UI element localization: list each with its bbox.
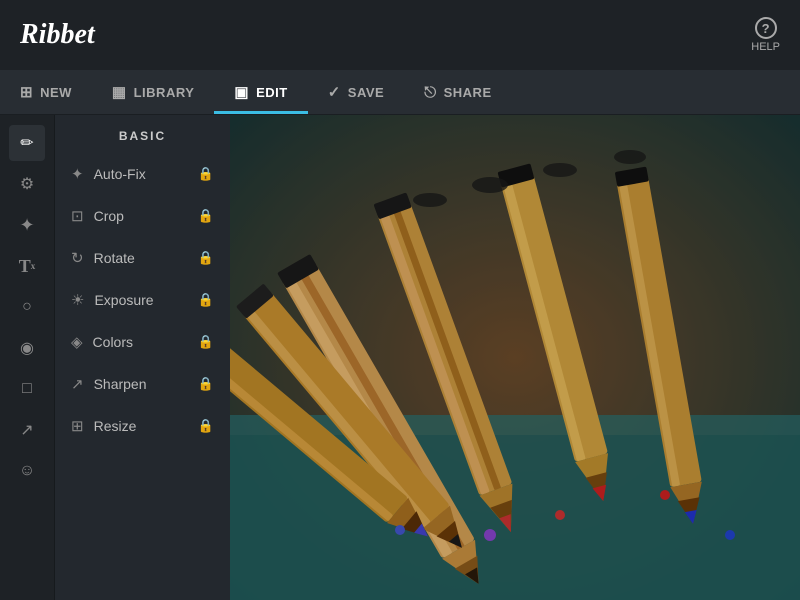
rotate-label: Rotate <box>94 250 135 266</box>
crop-label: Crop <box>94 208 124 224</box>
menu-item-rotate[interactable]: ↻ Rotate 🔒 <box>55 237 230 279</box>
main-area: ✏ ⚙ ✦ Tx ○ ◉ □ ↗ ☺ BASIC ✦ Auto-Fix 🔒 ⊡ … <box>0 115 800 600</box>
photo-canvas <box>230 115 800 600</box>
sidebar-title: BASIC <box>55 115 230 153</box>
header: Ribbet ? HELP <box>0 0 800 70</box>
sharpen-label: Sharpen <box>94 376 147 392</box>
tool-path[interactable]: ↗ <box>9 412 45 448</box>
nav-item-save[interactable]: ✓ SAVE <box>308 70 405 114</box>
item-left-rotate: ↻ Rotate <box>71 249 135 267</box>
edit-icon: ▣ <box>234 83 249 101</box>
item-left-auto-fix: ✦ Auto-Fix <box>71 165 146 183</box>
resize-label: Resize <box>94 418 137 434</box>
auto-fix-label: Auto-Fix <box>94 166 146 182</box>
tool-shape[interactable]: ○ <box>9 289 45 325</box>
library-icon: ▦ <box>112 83 127 101</box>
resize-lock-icon: 🔒 <box>198 418 214 434</box>
auto-fix-lock-icon: 🔒 <box>198 166 214 182</box>
menu-item-crop[interactable]: ⊡ Crop 🔒 <box>55 195 230 237</box>
nav-item-edit[interactable]: ▣ EDIT <box>214 70 307 114</box>
item-left-crop: ⊡ Crop <box>71 207 124 225</box>
tool-rect[interactable]: □ <box>9 371 45 407</box>
tool-settings[interactable]: ⚙ <box>9 166 45 202</box>
share-icon: ⎋ <box>424 84 436 101</box>
colors-icon: ◈ <box>71 333 83 351</box>
menu-item-resize[interactable]: ⊞ Resize 🔒 <box>55 405 230 447</box>
canvas-area[interactable] <box>230 115 800 600</box>
nav-label-save: SAVE <box>348 85 384 100</box>
help-icon: ? <box>755 17 777 39</box>
nav-item-new[interactable]: ⊞ NEW <box>0 70 92 114</box>
crop-icon: ⊡ <box>71 207 84 225</box>
navbar: ⊞ NEW ▦ LIBRARY ▣ EDIT ✓ SAVE ⎋ SHARE <box>0 70 800 115</box>
help-label: HELP <box>751 41 780 53</box>
menu-item-auto-fix[interactable]: ✦ Auto-Fix 🔒 <box>55 153 230 195</box>
sharpen-icon: ↗ <box>71 375 84 393</box>
item-left-colors: ◈ Colors <box>71 333 133 351</box>
exposure-label: Exposure <box>94 292 153 308</box>
rotate-icon: ↻ <box>71 249 84 267</box>
nav-item-share[interactable]: ⎋ SHARE <box>404 70 511 114</box>
menu-item-exposure[interactable]: ☀ Exposure 🔒 <box>55 279 230 321</box>
resize-icon: ⊞ <box>71 417 84 435</box>
item-left-resize: ⊞ Resize <box>71 417 136 435</box>
menu-item-colors[interactable]: ◈ Colors 🔒 <box>55 321 230 363</box>
colors-lock-icon: 🔒 <box>198 334 214 350</box>
exposure-icon: ☀ <box>71 291 84 309</box>
tool-sticker[interactable]: ☺ <box>9 453 45 489</box>
item-left-exposure: ☀ Exposure <box>71 291 154 309</box>
sharpen-lock-icon: 🔒 <box>198 376 214 392</box>
logo: Ribbet <box>20 19 95 51</box>
new-icon: ⊞ <box>20 83 33 101</box>
left-toolbar: ✏ ⚙ ✦ Tx ○ ◉ □ ↗ ☺ <box>0 115 55 600</box>
save-icon: ✓ <box>328 83 341 101</box>
nav-label-library: LIBRARY <box>134 85 195 100</box>
nav-label-share: SHARE <box>444 85 492 100</box>
rotate-lock-icon: 🔒 <box>198 250 214 266</box>
exposure-lock-icon: 🔒 <box>198 292 214 308</box>
nav-item-library[interactable]: ▦ LIBRARY <box>92 70 214 114</box>
tool-magic[interactable]: ✦ <box>9 207 45 243</box>
tool-text[interactable]: Tx <box>9 248 45 284</box>
sidebar-panel: BASIC ✦ Auto-Fix 🔒 ⊡ Crop 🔒 ↻ Rotate 🔒 <box>55 115 230 600</box>
crop-lock-icon: 🔒 <box>198 208 214 224</box>
help-button[interactable]: ? HELP <box>751 17 780 53</box>
item-left-sharpen: ↗ Sharpen <box>71 375 147 393</box>
tool-portrait[interactable]: ◉ <box>9 330 45 366</box>
menu-item-sharpen[interactable]: ↗ Sharpen 🔒 <box>55 363 230 405</box>
colors-label: Colors <box>93 334 133 350</box>
auto-fix-icon: ✦ <box>71 165 84 183</box>
nav-label-edit: EDIT <box>256 85 288 100</box>
nav-label-new: NEW <box>40 85 72 100</box>
tool-pencil[interactable]: ✏ <box>9 125 45 161</box>
